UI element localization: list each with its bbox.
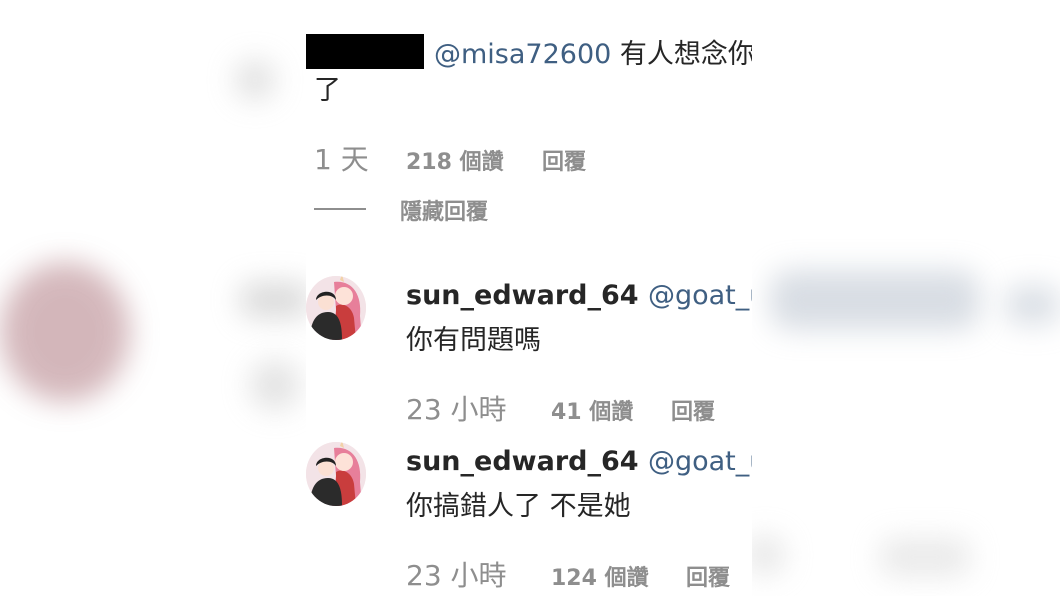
blurred-avatar xyxy=(235,60,275,100)
avatar[interactable] xyxy=(306,442,366,506)
username-link[interactable]: sun_edward_64 xyxy=(406,446,639,477)
redacted-username xyxy=(306,34,424,69)
hide-replies-line xyxy=(314,208,366,210)
comment-text-line2: 了 xyxy=(314,75,341,106)
mention-link[interactable]: @goat_uu xyxy=(648,446,752,477)
hide-replies-button[interactable]: 隱藏回覆 xyxy=(400,194,488,226)
reply-text: 你有問題嗎 xyxy=(406,325,541,356)
reply-button[interactable]: 回覆 xyxy=(686,560,730,592)
comment-text-line1: @misa72600 有人想念你 xyxy=(434,32,752,71)
comment-time: 23 小時 xyxy=(406,393,507,426)
blurred-avatar xyxy=(0,262,130,402)
reply-button[interactable]: 回覆 xyxy=(542,144,586,176)
blurred-text xyxy=(240,282,310,318)
comment-text: 有人想念你 xyxy=(611,39,752,70)
avatar[interactable] xyxy=(306,276,366,340)
comment-time: 23 小時 xyxy=(406,559,507,592)
reply-button[interactable]: 回覆 xyxy=(671,394,715,426)
likes-count[interactable]: 218 個讚 xyxy=(406,144,504,176)
comment-thread: @misa72600 有人想念你 了 1 天 218 個讚 回覆 隱藏回覆 su… xyxy=(306,0,752,596)
reply-header: sun_edward_64 @goat_uu xyxy=(406,280,752,311)
blurred-text xyxy=(770,270,980,330)
mention-link[interactable]: @goat_uu xyxy=(648,280,752,311)
blurred-text xyxy=(1005,285,1060,325)
blurred-text xyxy=(880,538,970,576)
reply-text: 你搞錯人了 不是她 xyxy=(406,491,631,522)
blurred-avatar xyxy=(250,360,300,410)
likes-count[interactable]: 41 個讚 xyxy=(551,394,633,426)
reply-header: sun_edward_64 @goat_uu xyxy=(406,446,752,477)
likes-count[interactable]: 124 個讚 xyxy=(551,560,649,592)
username-link[interactable]: sun_edward_64 xyxy=(406,280,639,311)
mention-link[interactable]: @misa72600 xyxy=(434,39,611,70)
comment-time: 1 天 xyxy=(314,143,369,176)
